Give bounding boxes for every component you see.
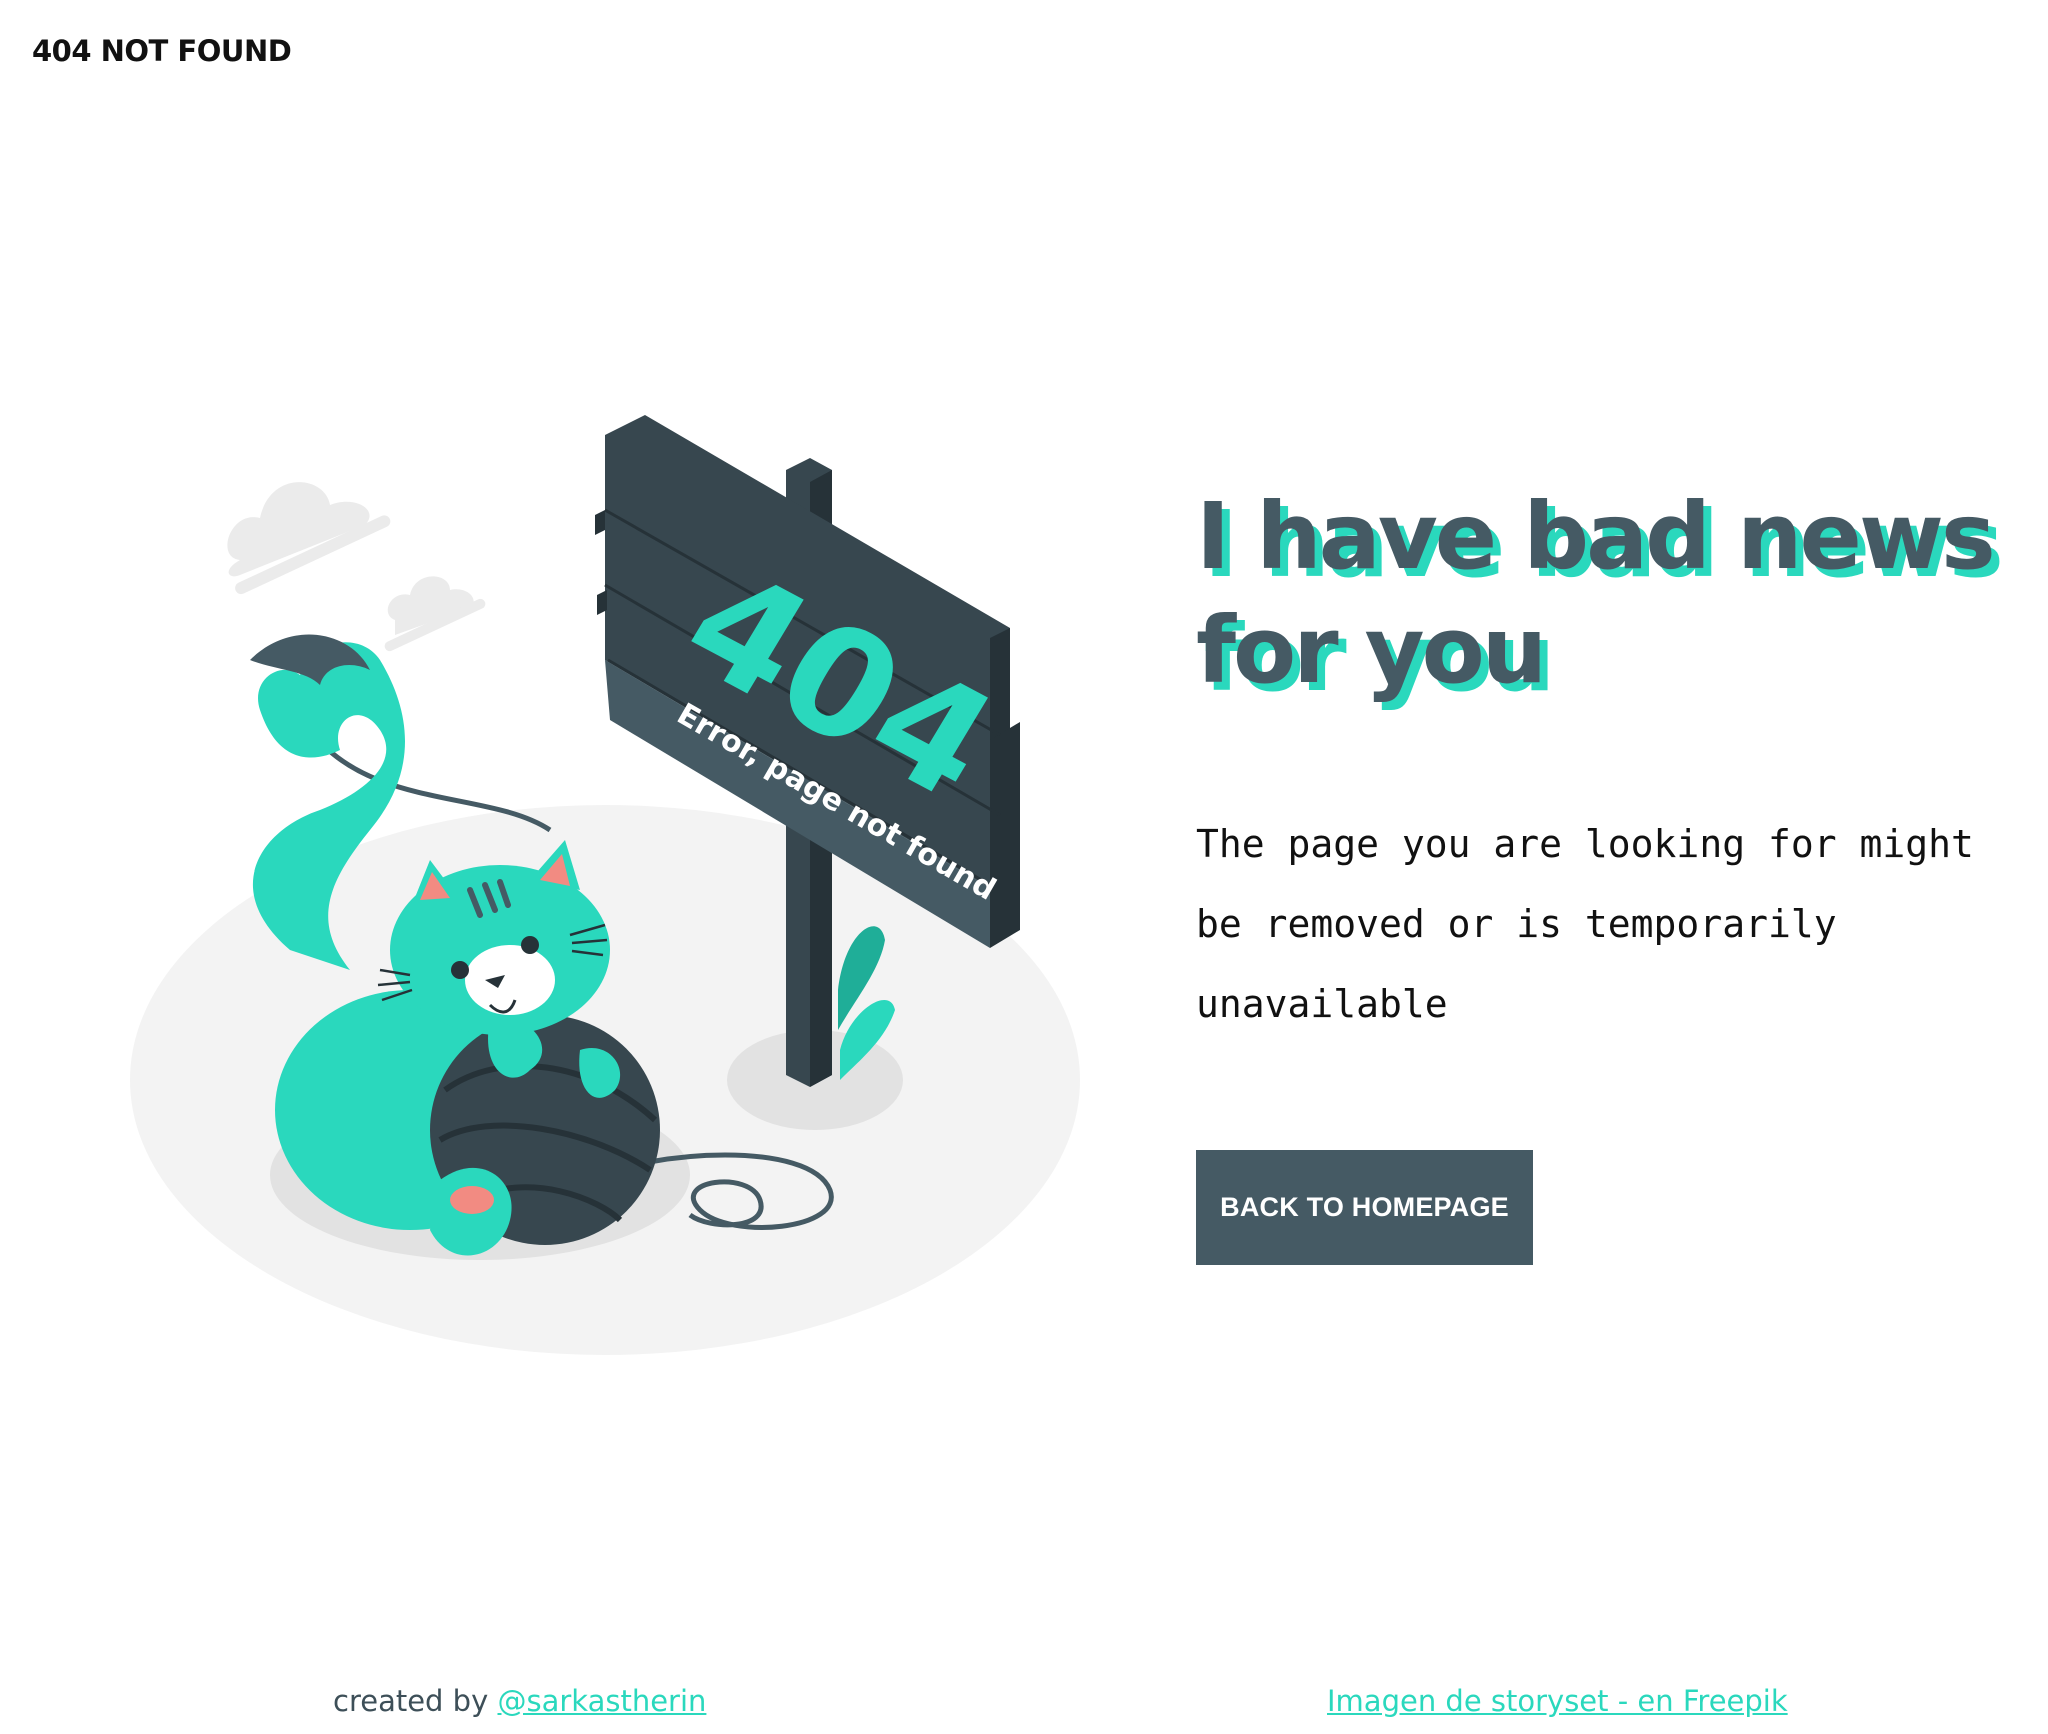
- cloud-icon: [227, 482, 486, 652]
- 404-cat-illustration: 404 Error, page not found: [130, 415, 1080, 1355]
- back-to-homepage-button[interactable]: BACK TO HOMEPAGE: [1196, 1150, 1533, 1265]
- author-link[interactable]: @sarkastherin: [497, 1684, 706, 1718]
- headline-line-2: for you: [1196, 597, 1547, 704]
- message-line-1: The page you are looking for might: [1196, 822, 1974, 866]
- page-title: 404 NOT FOUND: [32, 34, 292, 68]
- headline: I have bad news for you: [1196, 480, 1996, 708]
- message-line-2: be removed or is temporarily: [1196, 902, 1837, 946]
- page: 404 NOT FOUND 404 Error, page not found …: [0, 0, 2048, 1734]
- cat-icon: [250, 634, 660, 1256]
- message-line-3: unavailable: [1196, 982, 1448, 1026]
- headline-line-1: I have bad news: [1196, 483, 1996, 590]
- attribution-link[interactable]: Imagen de storyset - en Freepik: [1327, 1684, 1788, 1718]
- error-message: The page you are looking for might be re…: [1196, 804, 1996, 1044]
- credit: created by @sarkastherin: [333, 1684, 706, 1718]
- credit-prefix: created by: [333, 1684, 489, 1718]
